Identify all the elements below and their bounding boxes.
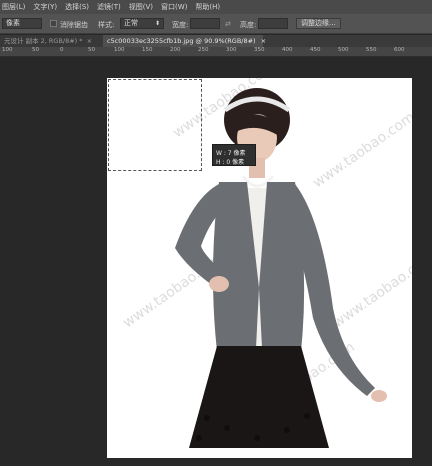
ruler-label: 450 xyxy=(310,47,321,53)
menu-help[interactable]: 帮助(H) xyxy=(195,2,220,12)
menu-window[interactable]: 窗口(W) xyxy=(161,2,187,12)
width-field[interactable] xyxy=(190,18,220,29)
ruler-label: 550 xyxy=(366,47,377,53)
options-bar: 像素 消除锯齿 样式: 正常 ⬍ 宽度: ⇄ 高度: 调整边缘... xyxy=(0,14,432,34)
feather-field[interactable]: 像素 xyxy=(2,18,42,29)
antialias-label: 消除锯齿 xyxy=(60,21,88,29)
tooltip-width: W : 7 像素 xyxy=(216,150,246,157)
height-label: 高度: xyxy=(240,21,257,29)
tab-document-inactive[interactable]: 元设计 副本 2, RGB/8#) * × xyxy=(0,35,102,47)
close-icon[interactable]: × xyxy=(87,37,92,45)
ruler-label: 150 xyxy=(142,47,153,53)
ruler-label: 100 xyxy=(2,47,13,53)
menu-filter[interactable]: 滤镜(T) xyxy=(97,2,121,12)
style-value: 正常 xyxy=(124,19,138,27)
menu-bar: 图层(L) 文字(Y) 选择(S) 滤镜(T) 视图(V) 窗口(W) 帮助(H… xyxy=(0,0,432,14)
tab-title: c5c00033ec3255cfb1b.jpg @ 90.9%(RGB/8#) xyxy=(107,37,256,45)
ruler-label: 50 xyxy=(88,47,95,53)
menu-type[interactable]: 文字(Y) xyxy=(33,2,57,12)
menu-select[interactable]: 选择(S) xyxy=(65,2,89,12)
ruler-label: 200 xyxy=(170,47,181,53)
ruler-label: 350 xyxy=(254,47,265,53)
ruler-label: 500 xyxy=(338,47,349,53)
horizontal-ruler: 100 50 0 50 100 150 200 250 300 350 400 … xyxy=(0,47,432,57)
menu-layer[interactable]: 图层(L) xyxy=(2,2,25,12)
swap-icon[interactable]: ⇄ xyxy=(225,20,231,28)
ruler-label: 100 xyxy=(114,47,125,53)
ruler-label: 400 xyxy=(282,47,293,53)
tooltip-height: H : 0 像素 xyxy=(216,159,245,166)
chevron-down-icon: ⬍ xyxy=(154,20,160,27)
antialias-checkbox[interactable] xyxy=(50,20,57,27)
tab-title: 元设计 副本 2, RGB/8#) * xyxy=(4,37,83,45)
marquee-selection[interactable] xyxy=(108,79,202,171)
ruler-label: 600 xyxy=(394,47,405,53)
height-field[interactable] xyxy=(258,18,288,29)
tab-document-active[interactable]: c5c00033ec3255cfb1b.jpg @ 90.9%(RGB/8#) … xyxy=(103,35,266,47)
ruler-label: 250 xyxy=(198,47,209,53)
width-label: 宽度: xyxy=(172,21,189,29)
ruler-label: 50 xyxy=(32,47,39,53)
refine-edge-button[interactable]: 调整边缘... xyxy=(296,18,341,29)
menu-view[interactable]: 视图(V) xyxy=(129,2,153,12)
close-icon[interactable]: × xyxy=(261,37,266,45)
ruler-label: 0 xyxy=(60,47,64,53)
ruler-label: 300 xyxy=(226,47,237,53)
size-tooltip: W : 7 像素 H : 0 像素 xyxy=(212,144,256,166)
style-label: 样式: xyxy=(98,21,115,29)
style-select[interactable]: 正常 ⬍ xyxy=(120,18,164,29)
document-tabs: 元设计 副本 2, RGB/8#) * × c5c00033ec3255cfb1… xyxy=(0,35,432,47)
